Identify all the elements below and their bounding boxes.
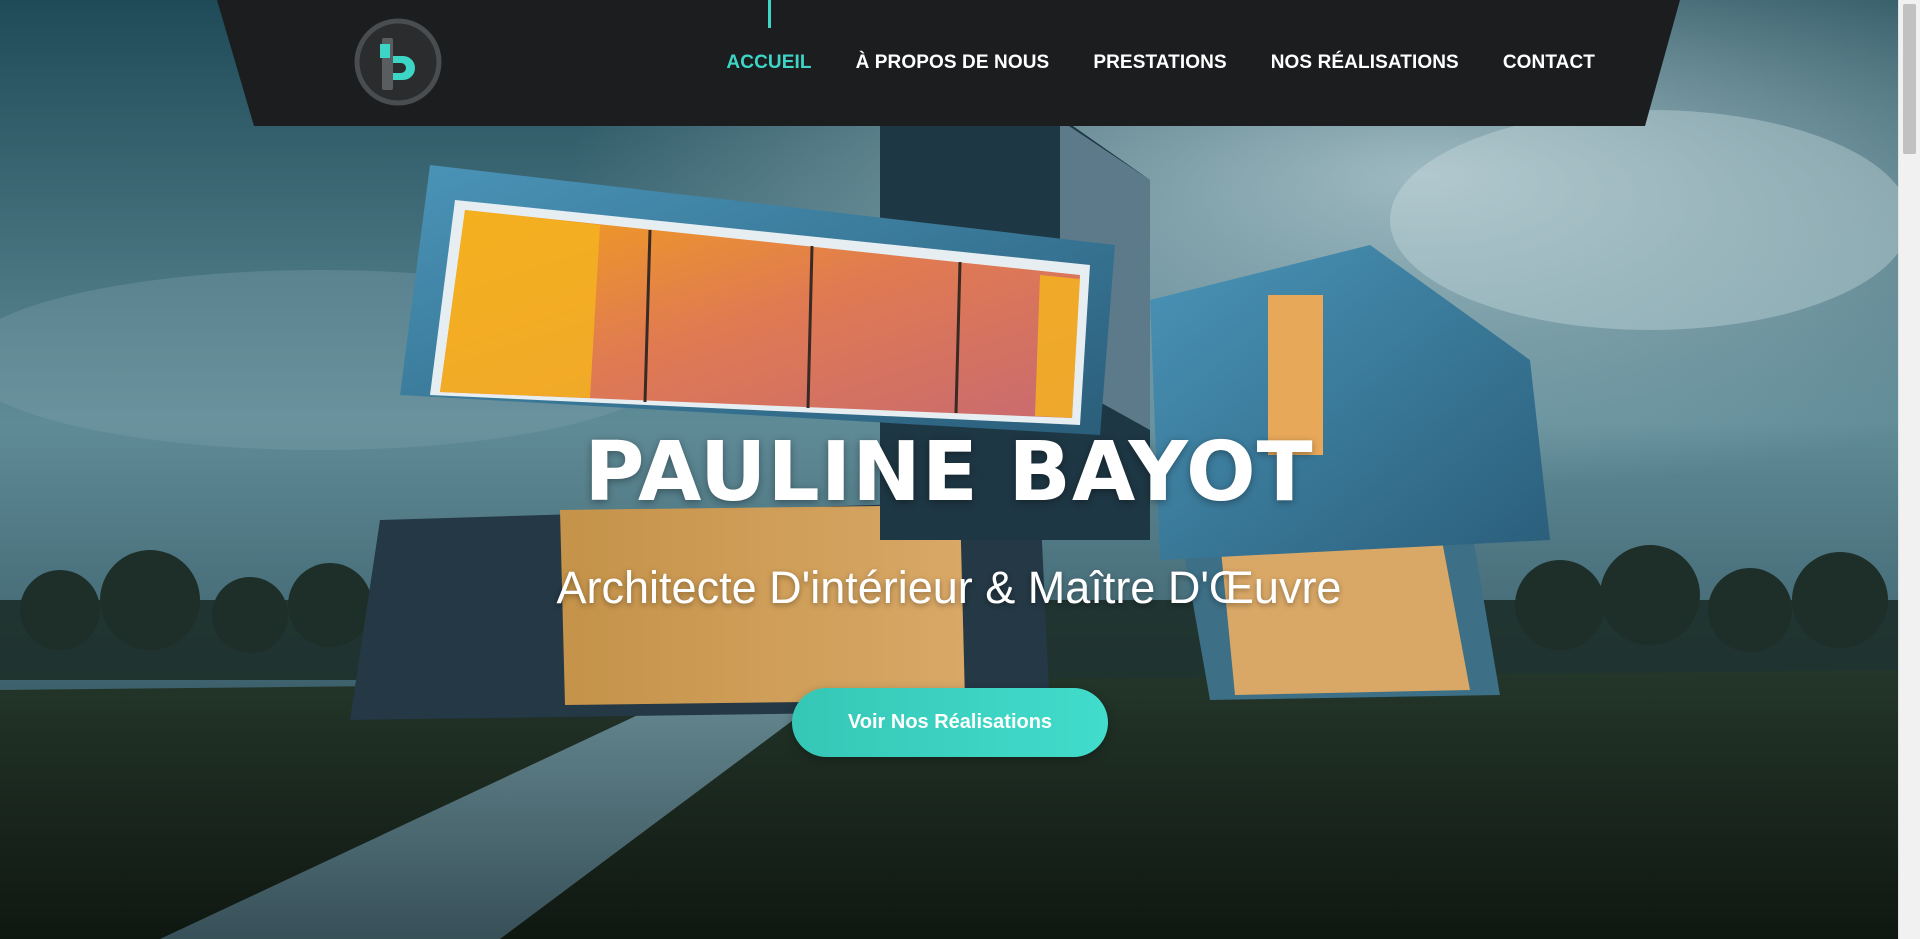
view-realisations-button[interactable]: Voir Nos Réalisations (792, 688, 1108, 757)
nav-item-contact[interactable]: CONTACT (1503, 53, 1595, 72)
page: ACCUEIL À PROPOS DE NOUS PRESTATIONS NOS… (0, 0, 1920, 939)
nav-item-prestations[interactable]: PRESTATIONS (1093, 53, 1226, 72)
nav-item-a-propos[interactable]: À PROPOS DE NOUS (856, 53, 1050, 72)
hero-title: PAULINE BAYOT (584, 425, 1314, 520)
active-nav-indicator (768, 0, 771, 28)
logo-icon (354, 18, 442, 106)
page-scrollbar[interactable] (1898, 0, 1920, 939)
scrollbar-thumb[interactable] (1903, 4, 1916, 154)
nav-label: NOS RÉALISATIONS (1270, 51, 1459, 73)
nav-label: PRESTATIONS (1093, 51, 1227, 73)
nav-item-realisations[interactable]: NOS RÉALISATIONS (1271, 53, 1459, 72)
nav-label: ACCUEIL (726, 51, 812, 73)
pb-monogram-logo[interactable] (354, 18, 442, 106)
site-header: ACCUEIL À PROPOS DE NOUS PRESTATIONS NOS… (0, 0, 1898, 127)
nav-label: À PROPOS DE NOUS (855, 51, 1050, 73)
nav-label: CONTACT (1502, 51, 1595, 73)
nav-item-accueil[interactable]: ACCUEIL (726, 0, 812, 73)
hero-subtitle: Architecte D'intérieur & Maître D'Œuvre (556, 562, 1342, 613)
main-navigation: ACCUEIL À PROPOS DE NOUS PRESTATIONS NOS… (726, 0, 1595, 124)
